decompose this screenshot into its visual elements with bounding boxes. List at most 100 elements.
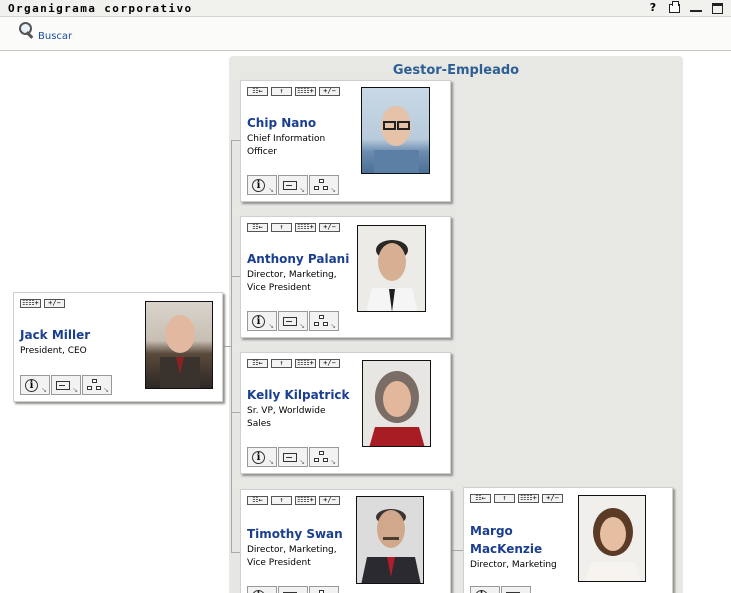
details-button[interactable]: ↘ [51, 375, 81, 395]
card-actions: ☷← ↑ ☷☷+ +/− [470, 494, 563, 503]
info-button[interactable]: i↘ [247, 175, 277, 195]
minimize-icon[interactable] [690, 3, 702, 12]
info-icon: i [25, 379, 38, 392]
card-bottom-buttons: i↘ ↘ ↘ [247, 175, 339, 195]
person-title: Officer [247, 147, 277, 157]
goto-button[interactable]: ☷← [247, 87, 268, 96]
person-photo [362, 360, 431, 447]
org-button[interactable]: ↘ [309, 311, 339, 331]
info-button[interactable]: i↘ [247, 586, 277, 593]
portrait-image [160, 315, 200, 388]
search-button[interactable]: Buscar [18, 22, 72, 42]
expand-button[interactable]: ☷☷+ [518, 494, 539, 503]
expand-button[interactable]: ☷☷+ [295, 496, 316, 505]
goto-button[interactable]: ☷← [247, 496, 268, 505]
person-name[interactable]: Margo [470, 523, 513, 540]
card-actions: ☷← ↑ ☷☷+ +/− [247, 223, 340, 232]
expand-button[interactable]: ☷☷+ [295, 359, 316, 368]
person-photo [357, 225, 426, 312]
card-actions: ☷← ↑ ☷☷+ +/− [247, 87, 340, 96]
card-bottom-buttons: i↘ ↘ ↘ [247, 586, 339, 593]
org-card-report[interactable]: ☷← ↑ ☷☷+ +/− Timothy Swan Director, Mark… [240, 489, 451, 593]
org-chart-icon [87, 379, 103, 391]
person-title: Director, Marketing, [247, 270, 337, 280]
expand-button[interactable]: ☷☷+ [20, 299, 41, 308]
info-button[interactable]: i↘ [20, 375, 50, 395]
portrait-image [374, 106, 419, 173]
info-icon: i [252, 179, 265, 192]
up-button[interactable]: ↑ [271, 359, 292, 368]
org-button[interactable]: ↘ [309, 586, 339, 593]
person-name[interactable]: Kelly Kilpatrick [247, 387, 350, 404]
print-icon[interactable] [669, 1, 680, 13]
help-icon[interactable]: ? [647, 1, 659, 14]
org-chart-icon [314, 315, 330, 327]
person-title: Director, Marketing, [247, 545, 337, 555]
person-photo [145, 301, 213, 389]
info-button[interactable]: i↘ [470, 586, 500, 593]
org-card-root[interactable]: ☷☷+ +/− Jack Miller President, CEO i ↘ ↘ … [13, 292, 223, 402]
person-name[interactable]: Chip Nano [247, 115, 316, 132]
details-button[interactable]: ↘ [278, 447, 308, 467]
info-button[interactable]: i↘ [247, 447, 277, 467]
connector-root [222, 346, 232, 347]
toggle-button[interactable]: +/− [319, 223, 340, 232]
org-card-subreport[interactable]: ☷← ↑ ☷☷+ +/− Margo MacKenzie Director, M… [463, 487, 673, 593]
toggle-button[interactable]: +/− [319, 87, 340, 96]
expand-button[interactable]: ☷☷+ [295, 223, 316, 232]
card-actions: ☷← ↑ ☷☷+ +/− [247, 496, 340, 505]
goto-button[interactable]: ☷← [247, 223, 268, 232]
toggle-button[interactable]: +/− [319, 496, 340, 505]
org-button[interactable]: ↘ [82, 375, 112, 395]
card-icon [56, 381, 70, 390]
connector-branch [231, 276, 240, 277]
org-button[interactable]: ↘ [309, 447, 339, 467]
person-title: Vice President [247, 558, 311, 568]
card-icon [283, 453, 297, 462]
search-icon [18, 22, 34, 40]
up-button[interactable]: ↑ [271, 87, 292, 96]
info-icon: i [252, 315, 265, 328]
person-title: Sr. VP, Worldwide [247, 406, 326, 416]
connector-branch [231, 412, 240, 413]
toggle-button[interactable]: +/− [542, 494, 563, 503]
maximize-icon[interactable] [712, 2, 723, 14]
portrait-image [366, 240, 418, 311]
goto-button[interactable]: ☷← [470, 494, 491, 503]
portrait-image [361, 509, 421, 583]
goto-button[interactable]: ☷← [247, 359, 268, 368]
card-bottom-buttons: i↘ ↘ ↘ [247, 447, 339, 467]
up-button[interactable]: ↑ [271, 223, 292, 232]
search-label[interactable]: Buscar [38, 31, 72, 42]
details-button[interactable]: ↘ [278, 175, 308, 195]
org-chart-icon [314, 451, 330, 463]
portrait-image [585, 508, 641, 581]
card-icon [283, 181, 297, 190]
info-button[interactable]: i↘ [247, 311, 277, 331]
person-photo [356, 496, 424, 584]
details-button[interactable]: ↘ [501, 586, 531, 593]
person-name[interactable]: Jack Miller [20, 327, 90, 344]
card-bottom-buttons: i↘ ↘ [470, 586, 531, 593]
toggle-button[interactable]: +/− [44, 299, 65, 308]
org-card-report[interactable]: ☷← ↑ ☷☷+ +/− Chip Nano Chief Information… [240, 80, 451, 202]
connector-sub [451, 550, 463, 551]
info-icon: i [252, 451, 265, 464]
details-button[interactable]: ↘ [278, 586, 308, 593]
org-card-report[interactable]: ☷← ↑ ☷☷+ +/− Kelly Kilpatrick Sr. VP, Wo… [240, 352, 451, 474]
connector-branch [231, 140, 240, 141]
person-photo [578, 495, 646, 582]
toggle-button[interactable]: +/− [319, 359, 340, 368]
expand-button[interactable]: ☷☷+ [295, 87, 316, 96]
details-button[interactable]: ↘ [278, 311, 308, 331]
up-button[interactable]: ↑ [271, 496, 292, 505]
org-button[interactable]: ↘ [309, 175, 339, 195]
person-name[interactable]: Timothy Swan [247, 526, 343, 543]
org-chart-icon [314, 179, 330, 191]
person-name[interactable]: MacKenzie [470, 541, 542, 558]
person-name[interactable]: Anthony Palani [247, 251, 349, 268]
up-button[interactable]: ↑ [494, 494, 515, 503]
card-actions: ☷☷+ +/− [20, 299, 65, 308]
org-card-report[interactable]: ☷← ↑ ☷☷+ +/− Anthony Palani Director, Ma… [240, 216, 451, 338]
window-title: Organigrama corporativo [8, 2, 193, 15]
